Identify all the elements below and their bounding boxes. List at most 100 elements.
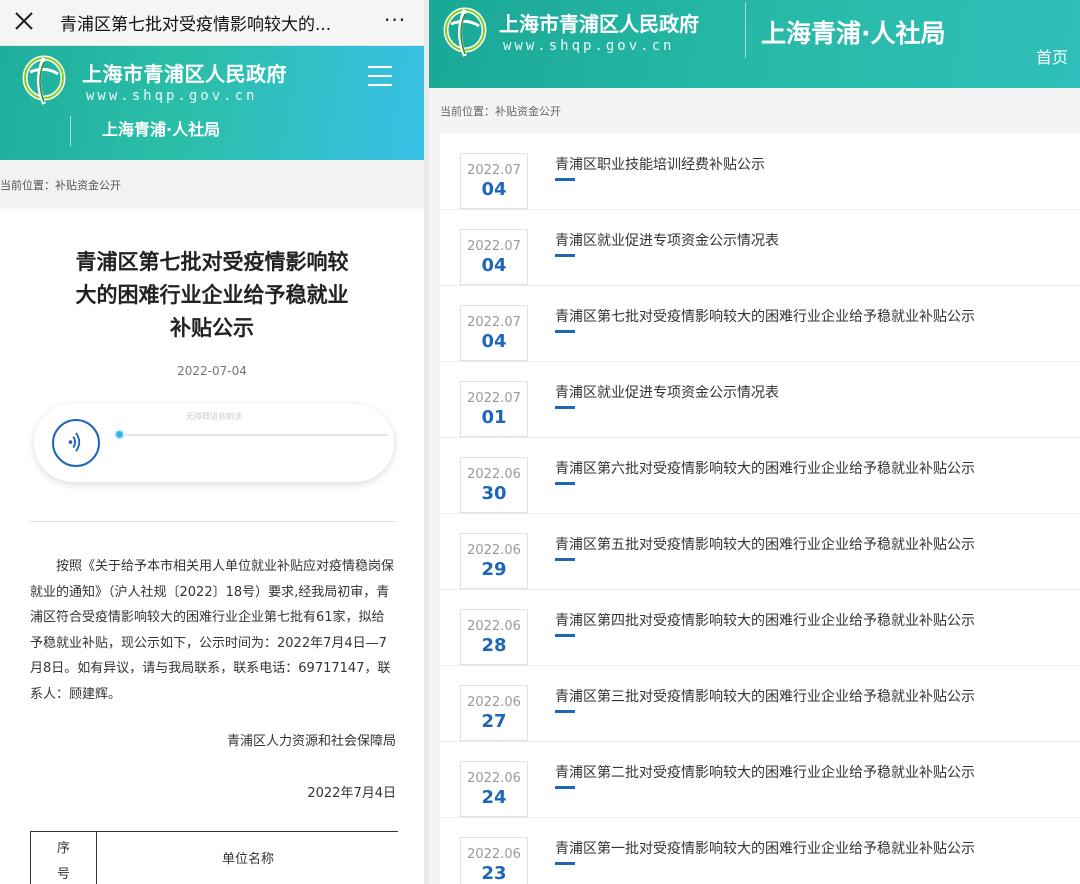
title-accent-bar (555, 406, 575, 409)
date-badge: 2022.07 04 (460, 153, 528, 209)
notice-list: 2022.07 04 青浦区职业技能培训经费补贴公示 2022.07 04 青浦… (440, 134, 1080, 884)
date-day: 27 (481, 711, 507, 732)
date-year-month: 2022.07 (467, 163, 521, 178)
list-item[interactable]: 2022.07 01 青浦区就业促进专项资金公示情况表 (440, 362, 1080, 438)
date-year-month: 2022.07 (467, 391, 521, 406)
table-header-index-line: 号 (56, 867, 70, 882)
date-day: 24 (481, 787, 507, 808)
list-item[interactable]: 2022.07 04 青浦区职业技能培训经费补贴公示 (440, 134, 1080, 210)
mobile-article-panel: 青浦区第七批对受疫情影响较大的... ··· 上海市青浦区人民政府 www.sh… (0, 0, 424, 884)
title-accent-bar (555, 786, 575, 789)
wechat-topbar: 青浦区第七批对受疫情影响较大的... ··· (0, 0, 424, 46)
header-divider (70, 116, 71, 146)
title-accent-bar (555, 862, 575, 865)
date-year-month: 2022.07 (467, 239, 521, 254)
article-body: 按照《关于给予本市相关用人单位就业补贴应对疫情稳岗保就业的通知》（沪人社规〔20… (30, 554, 396, 708)
date-day: 04 (481, 255, 507, 276)
date-badge: 2022.07 01 (460, 381, 528, 437)
list-item[interactable]: 2022.06 30 青浦区第六批对受疫情影响较大的困难行业企业给予稳就业补贴公… (440, 438, 1080, 514)
table-header-index-line: 序 (56, 841, 70, 856)
list-item[interactable]: 2022.06 24 青浦区第二批对受疫情影响较大的困难行业企业给予稳就业补贴公… (440, 742, 1080, 818)
audio-hint: 无障碍语音朗读 (186, 412, 242, 421)
list-item-title[interactable]: 青浦区第一批对受疫情影响较大的困难行业企业给予稳就业补贴公示 (555, 838, 975, 858)
audio-play-icon (68, 432, 81, 452)
date-day: 23 (481, 863, 507, 884)
nav-home-link[interactable]: 首页 (1036, 44, 1068, 68)
list-item[interactable]: 2022.06 28 青浦区第四批对受疫情影响较大的困难行业企业给予稳就业补贴公… (440, 590, 1080, 666)
list-item-title[interactable]: 青浦区第六批对受疫情影响较大的困难行业企业给予稳就业补贴公示 (555, 458, 975, 478)
date-year-month: 2022.06 (467, 467, 521, 482)
list-item-title[interactable]: 青浦区第四批对受疫情影响较大的困难行业企业给予稳就业补贴公示 (555, 610, 975, 630)
date-badge: 2022.06 29 (460, 533, 528, 589)
title-accent-bar (555, 482, 575, 485)
date-badge: 2022.06 30 (460, 457, 528, 513)
list-item-title[interactable]: 青浦区第七批对受疫情影响较大的困难行业企业给予稳就业补贴公示 (555, 306, 975, 326)
hamburger-menu-icon[interactable] (368, 66, 392, 86)
site-name: 上海市青浦区人民政府 (499, 12, 699, 36)
article-paragraph: 按照《关于给予本市相关用人单位就业补贴应对疫情稳岗保就业的通知》（沪人社规〔20… (30, 559, 395, 702)
date-year-month: 2022.06 (467, 543, 521, 558)
title-accent-bar (555, 710, 575, 713)
date-badge: 2022.06 28 (460, 609, 528, 665)
site-header: 上海市青浦区人民政府 www.shqp.gov.cn 上海青浦·人社局 首页 (429, 0, 1080, 88)
screenshot-root: 青浦区第七批对受疫情影响较大的... ··· 上海市青浦区人民政府 www.sh… (0, 0, 1080, 884)
date-year-month: 2022.07 (467, 315, 521, 330)
bureau-name: 上海青浦·人社局 (761, 19, 946, 48)
table-header-index: 序 号 (31, 832, 97, 884)
list-item-title[interactable]: 青浦区第五批对受疫情影响较大的困难行业企业给予稳就业补贴公示 (555, 534, 975, 554)
article-title: 青浦区第七批对受疫情影响较 大的困难行业企业给予稳就业 补贴公示 (40, 246, 384, 345)
shqp-logo-icon[interactable] (441, 4, 493, 60)
date-year-month: 2022.06 (467, 619, 521, 634)
site-url: www.shqp.gov.cn (503, 38, 675, 54)
breadcrumb-divider (0, 208, 424, 210)
table-header-company: 单位名称 (221, 852, 274, 867)
date-badge: 2022.07 04 (460, 229, 528, 285)
article-signature: 青浦区人力资源和社会保障局 (226, 734, 396, 749)
article-title-line: 大的困难行业企业给予稳就业 (75, 283, 349, 307)
audio-player: 无障碍语音朗读 (34, 404, 394, 482)
list-item-title[interactable]: 青浦区就业促进专项资金公示情况表 (555, 230, 779, 250)
site-name: 上海市青浦区人民政府 (82, 62, 287, 86)
shqp-logo-icon[interactable] (20, 52, 72, 108)
bureau-name: 上海青浦·人社局 (102, 120, 221, 139)
topbar-title: 青浦区第七批对受疫情影响较大的... (60, 15, 332, 35)
site-url: www.shqp.gov.cn (86, 88, 258, 104)
date-day: 29 (481, 559, 507, 580)
date-badge: 2022.07 04 (460, 305, 528, 361)
audio-progress-knob[interactable] (114, 429, 125, 440)
list-item-title[interactable]: 青浦区第三批对受疫情影响较大的困难行业企业给予稳就业补贴公示 (555, 686, 975, 706)
date-day: 28 (481, 635, 507, 656)
article-title-line: 补贴公示 (170, 316, 254, 340)
list-item-title[interactable]: 青浦区职业技能培训经费补贴公示 (555, 154, 765, 174)
close-icon[interactable] (12, 9, 36, 33)
date-year-month: 2022.06 (467, 847, 521, 862)
list-item-title[interactable]: 青浦区就业促进专项资金公示情况表 (555, 382, 779, 402)
audio-progress-track[interactable] (118, 434, 388, 436)
list-item[interactable]: 2022.06 23 青浦区第一批对受疫情影响较大的困难行业企业给予稳就业补贴公… (440, 818, 1080, 884)
date-badge: 2022.06 27 (460, 685, 528, 741)
header-divider (745, 2, 746, 58)
list-item[interactable]: 2022.07 04 青浦区就业促进专项资金公示情况表 (440, 210, 1080, 286)
title-accent-bar (555, 254, 575, 257)
date-badge: 2022.06 23 (460, 837, 528, 884)
list-item-title[interactable]: 青浦区第二批对受疫情影响较大的困难行业企业给予稳就业补贴公示 (555, 762, 975, 782)
more-icon[interactable]: ··· (384, 8, 406, 32)
audio-play-button[interactable] (52, 419, 100, 467)
article-divider (30, 521, 396, 522)
title-accent-bar (555, 330, 575, 333)
list-item[interactable]: 2022.07 04 青浦区第七批对受疫情影响较大的困难行业企业给予稳就业补贴公… (440, 286, 1080, 362)
article-signature-date: 2022年7月4日 (307, 786, 396, 801)
list-item[interactable]: 2022.06 27 青浦区第三批对受疫情影响较大的困难行业企业给予稳就业补贴公… (440, 666, 1080, 742)
title-accent-bar (555, 634, 575, 637)
company-table: 序 号 单位名称 (30, 831, 398, 884)
breadcrumb: 当前位置：补贴资金公开 (0, 160, 424, 210)
date-badge: 2022.06 24 (460, 761, 528, 817)
site-header: 上海市青浦区人民政府 www.shqp.gov.cn 上海青浦·人社局 (0, 46, 424, 160)
article-date: 2022-07-04 (177, 364, 247, 378)
date-year-month: 2022.06 (467, 695, 521, 710)
title-accent-bar (555, 558, 575, 561)
list-item[interactable]: 2022.06 29 青浦区第五批对受疫情影响较大的困难行业企业给予稳就业补贴公… (440, 514, 1080, 590)
date-day: 04 (481, 179, 507, 200)
article-title-line: 青浦区第七批对受疫情影响较 (75, 250, 349, 274)
breadcrumb-text: 当前位置：补贴资金公开 (0, 179, 121, 192)
